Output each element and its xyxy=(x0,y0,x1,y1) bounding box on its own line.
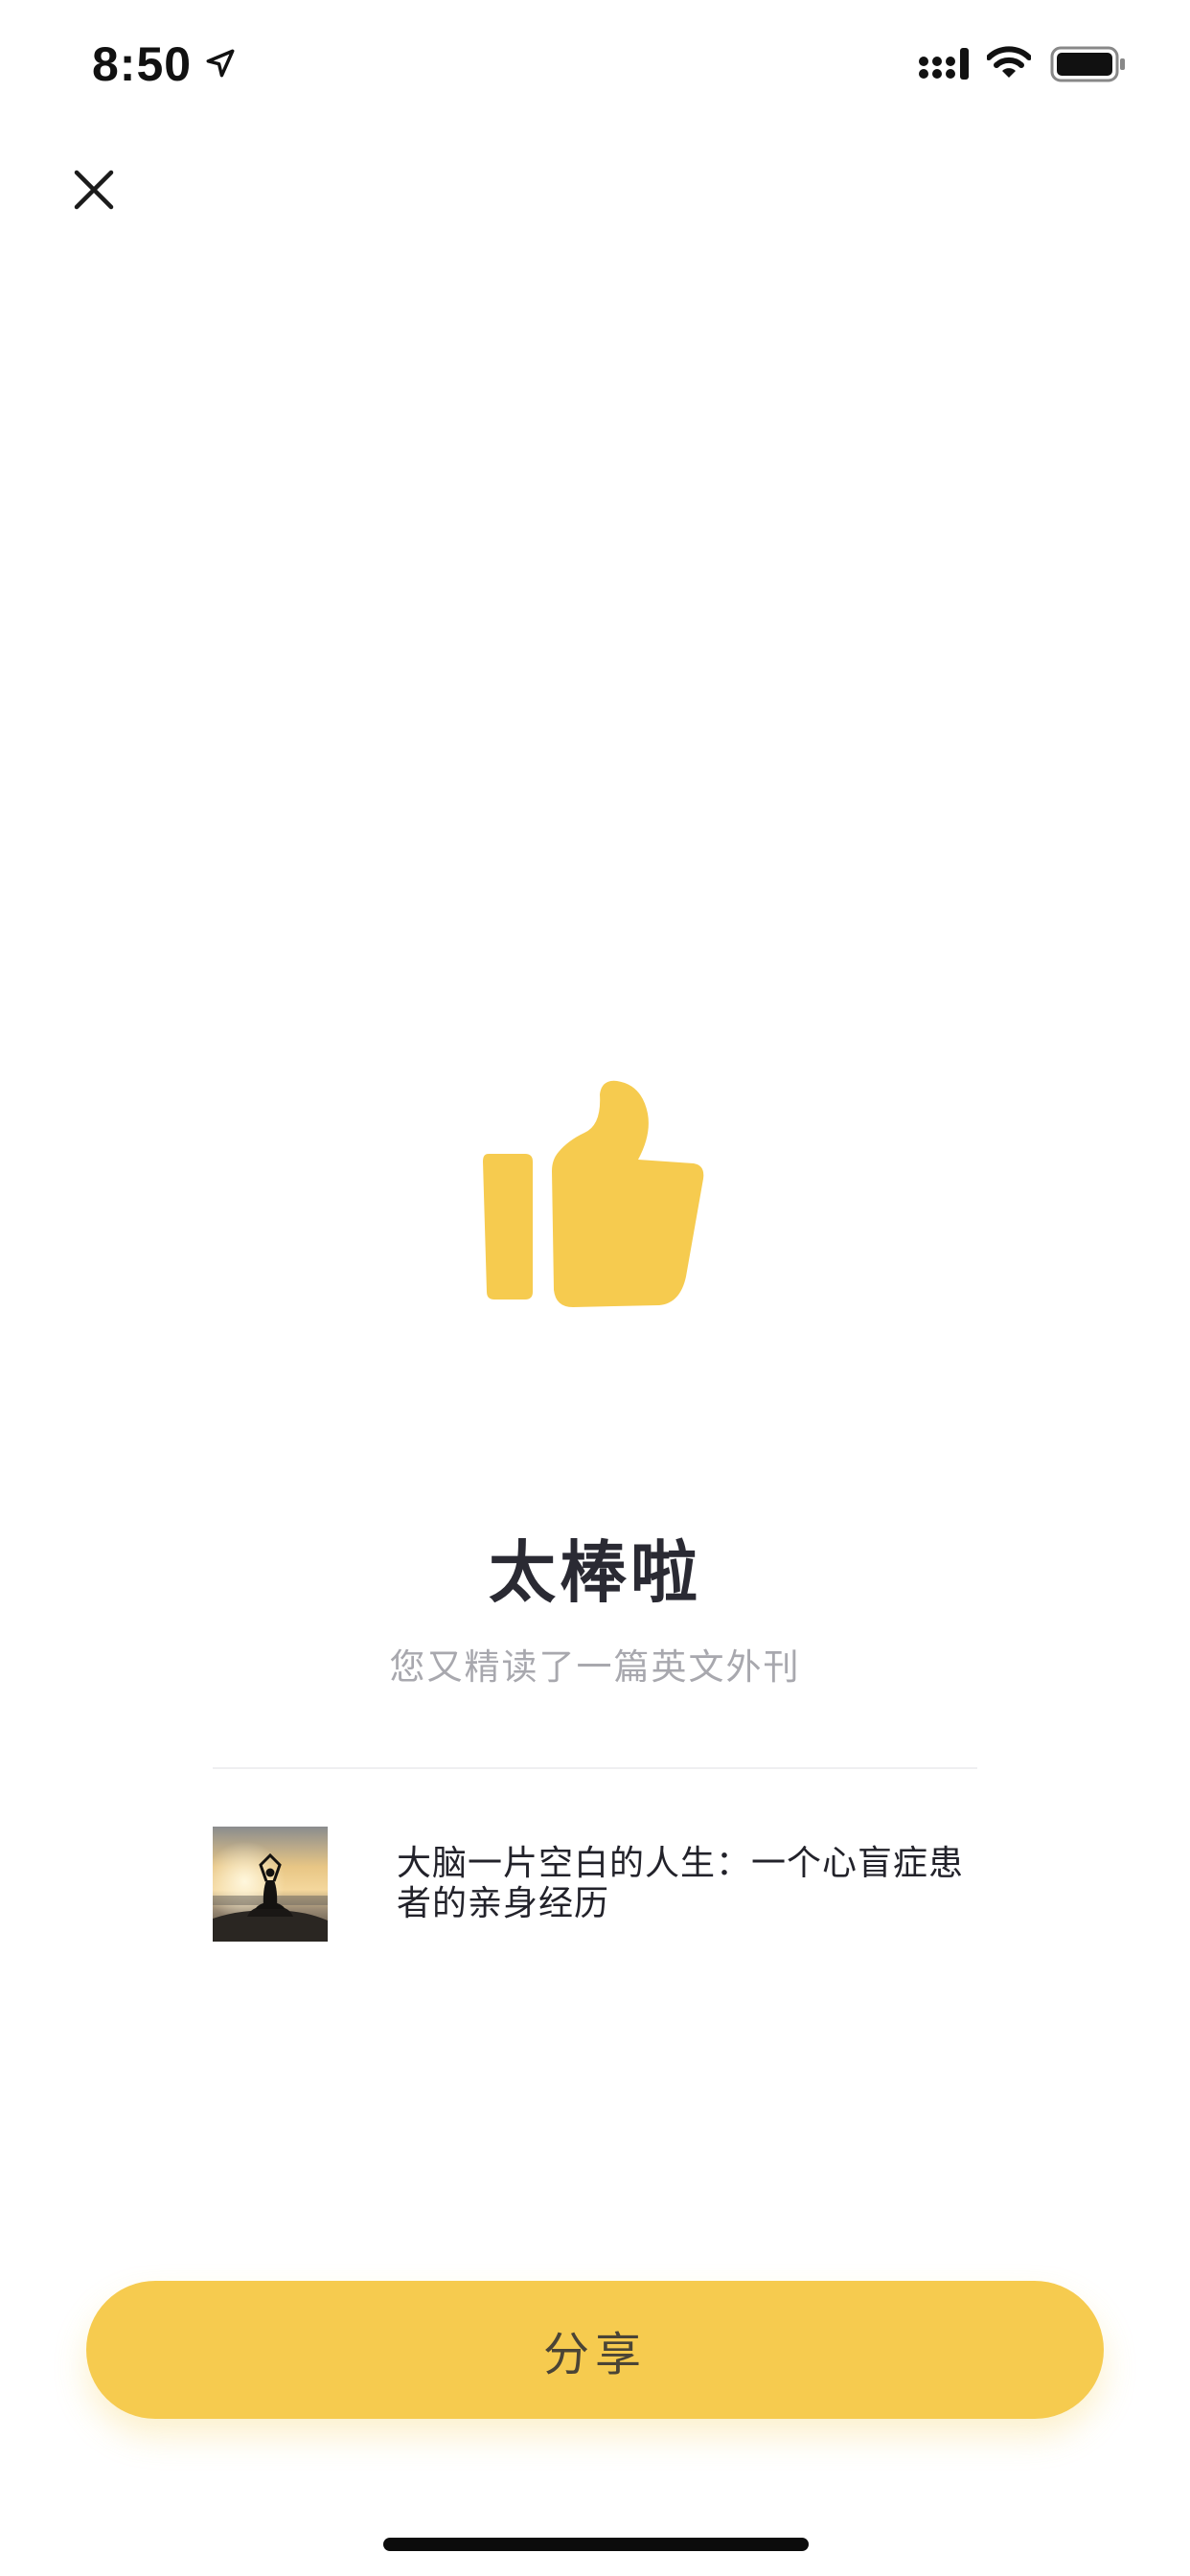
home-indicator[interactable] xyxy=(383,2538,809,2551)
share-button-label: 分享 xyxy=(542,2328,647,2381)
page-subtitle: 您又精读了一篇英文外刊 xyxy=(389,1646,801,1688)
page-title: 太棒啦 xyxy=(489,1533,701,1612)
share-button[interactable]: 分享 xyxy=(86,2281,1104,2419)
status-time: 8:50 xyxy=(92,37,193,91)
cellular-signal-icon xyxy=(919,48,969,80)
location-arrow-icon xyxy=(206,49,235,78)
battery-icon xyxy=(1050,46,1125,82)
close-button[interactable] xyxy=(63,159,125,220)
divider xyxy=(213,1767,977,1769)
article-thumbnail xyxy=(213,1827,328,1942)
wifi-icon xyxy=(987,46,1031,78)
close-icon xyxy=(74,170,114,210)
article-item[interactable]: 大脑一片空白的人生：一个心盲症患者的亲身经历 xyxy=(213,1827,977,1942)
completion-screen: 8:50 太棒啦 您又精读了一篇英文外刊 大脑一片空白的人生：一个心盲症患者的亲… xyxy=(0,0,1190,2576)
article-title: 大脑一片空白的人生：一个心盲症患者的亲身经历 xyxy=(397,1844,965,1923)
thumbs-up-icon xyxy=(483,1080,704,1307)
